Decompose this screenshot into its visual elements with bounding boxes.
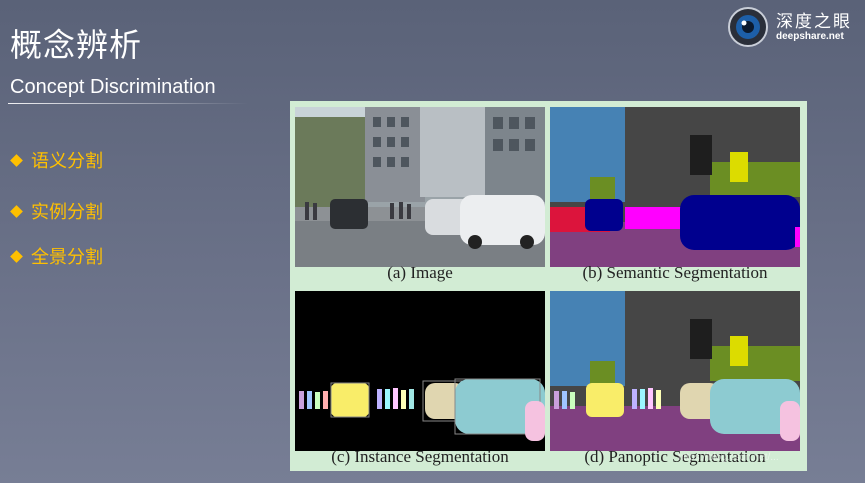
segmentation-figure: (a) Image (b) Semantic Segmentation (c) … (290, 101, 807, 471)
bullet-label: 语义分割 (31, 151, 103, 172)
bullet-item: 实例分割 (10, 198, 103, 224)
diamond-bullet-icon (10, 250, 23, 263)
bullet-item: 全景分割 (10, 243, 103, 269)
street-photo (295, 107, 545, 267)
logo-name: 深度之眼 (776, 12, 852, 32)
watermark: https://blog.csdn.net/... (678, 452, 779, 463)
semantic-mask (550, 107, 800, 267)
instance-mask (295, 291, 545, 451)
slide-title: 概念辨析 (10, 26, 143, 64)
panel-instance (295, 291, 545, 451)
panel-image (295, 107, 545, 267)
panel-caption: (c) Instance Segmentation (331, 447, 509, 466)
panel-semantic (550, 107, 800, 267)
eye-logo-icon (728, 7, 768, 47)
bullet-item: 语义分割 (10, 147, 103, 173)
logo-domain: deepshare.net (776, 31, 844, 42)
bullet-label: 实例分割 (31, 202, 103, 223)
logo: 深度之眼 deepshare.net (728, 5, 860, 49)
panoptic-mask (550, 291, 800, 451)
slide-subtitle: Concept Discrimination (10, 76, 216, 98)
title-underline (8, 103, 248, 104)
diamond-bullet-icon (10, 154, 23, 167)
panel-panoptic (550, 291, 800, 451)
diamond-bullet-icon (10, 205, 23, 218)
bullet-label: 全景分割 (31, 247, 103, 268)
panel-caption: (a) Image (387, 263, 453, 282)
panel-caption: (b) Semantic Segmentation (582, 263, 768, 282)
